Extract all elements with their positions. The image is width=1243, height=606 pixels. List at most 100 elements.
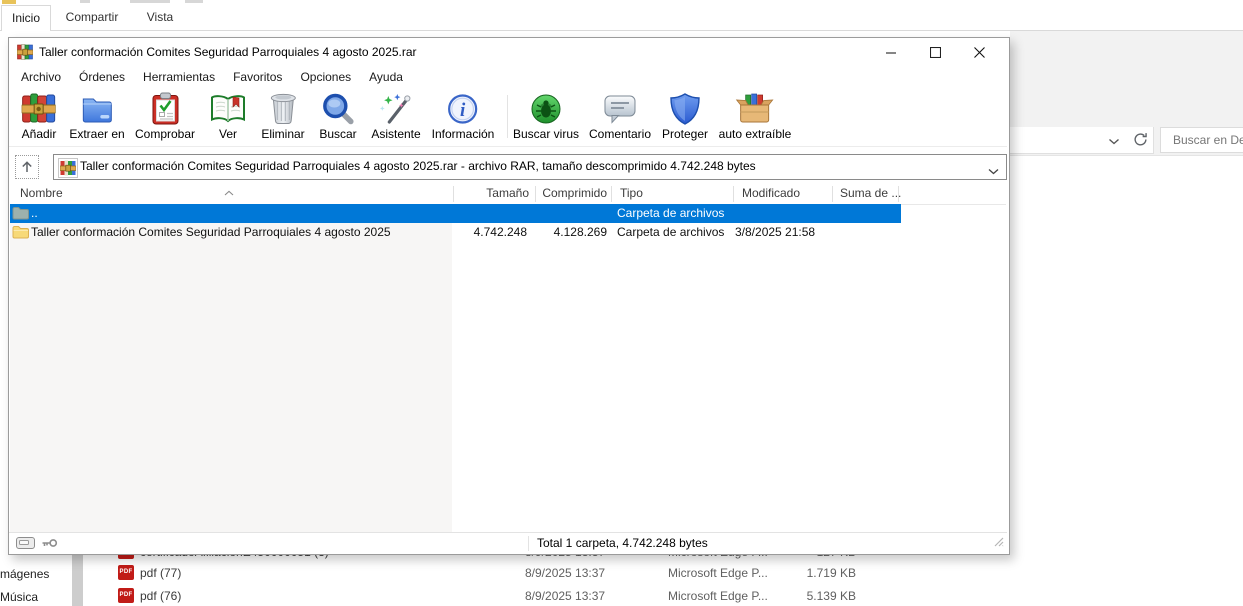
view-book-icon xyxy=(210,91,246,126)
column-header-comprimido[interactable]: Comprimido xyxy=(529,184,607,203)
menubar: Archivo Órdenes Herramientas Favoritos O… xyxy=(12,66,412,88)
protect-shield-icon xyxy=(670,91,700,126)
toolbar-button-auto-extraible[interactable]: auto extraíble xyxy=(719,91,792,141)
pdf-file-icon: PDF xyxy=(118,565,134,580)
toolbar-button-anadir[interactable]: Añadir xyxy=(22,91,57,141)
comment-bubble-icon xyxy=(603,91,637,126)
close-button[interactable] xyxy=(957,38,1001,66)
parent-folder-icon xyxy=(12,206,29,223)
row-size: 4.742.248 xyxy=(450,223,527,242)
row-type: Carpeta de archivos xyxy=(617,223,724,242)
toolbar-button-extraer[interactable]: Extraer en xyxy=(69,91,124,141)
sidebar-item-musica[interactable]: Música xyxy=(0,590,38,604)
tab-inicio[interactable]: Inicio xyxy=(1,5,51,31)
file-date: 8/9/2025 13:37 xyxy=(525,562,605,584)
file-row[interactable]: PDF pdf (76) 8/9/2025 13:37 Microsoft Ed… xyxy=(110,585,900,606)
info-circle-icon: i xyxy=(447,91,479,126)
toolbar-button-buscar[interactable]: Buscar xyxy=(319,91,356,141)
search-input[interactable]: Buscar en Des xyxy=(1160,127,1243,153)
address-bar-underline xyxy=(1010,155,1243,156)
search-magnifier-icon xyxy=(321,91,354,126)
row-compressed: 4.128.269 xyxy=(529,223,607,242)
delete-trash-icon xyxy=(269,91,297,126)
quick-access-icon-fragment xyxy=(130,0,170,3)
resize-grip[interactable] xyxy=(994,536,1004,550)
extract-folder-icon xyxy=(80,91,114,126)
toolbar-button-eliminar[interactable]: Eliminar xyxy=(261,91,304,141)
toolbar-button-comprobar[interactable]: Comprobar xyxy=(135,91,195,141)
column-divider[interactable] xyxy=(611,186,612,202)
row-modified: 3/8/2025 21:58 xyxy=(735,223,815,242)
combobox-chevron-icon[interactable] xyxy=(988,164,999,178)
titlebar-folder-icon-fragment xyxy=(2,0,16,4)
menu-herramientas[interactable]: Herramientas xyxy=(134,66,224,88)
file-name: pdf (77) xyxy=(140,562,181,584)
column-header-tamano[interactable]: Tamaño xyxy=(450,184,529,203)
sorted-column-tint xyxy=(10,205,452,532)
toolbar-button-proteger[interactable]: Proteger xyxy=(662,91,708,141)
refresh-icon[interactable] xyxy=(1133,132,1148,150)
toolbar-button-buscar-virus[interactable]: Buscar virus xyxy=(513,91,579,141)
window-title: Taller conformación Comites Seguridad Pa… xyxy=(39,38,417,66)
menu-favoritos[interactable]: Favoritos xyxy=(224,66,291,88)
toolbar-separator xyxy=(507,95,508,138)
archive-address-text: Taller conformación Comites Seguridad Pa… xyxy=(80,155,756,178)
column-header-suma[interactable]: Suma de ... xyxy=(840,184,901,203)
pdf-file-icon: PDF xyxy=(118,588,134,603)
winrar-add-books-icon xyxy=(22,91,56,126)
toolbar-button-ver[interactable]: Ver xyxy=(210,91,246,141)
toolbar-label: Extraer en xyxy=(69,127,124,141)
test-clipboard-icon xyxy=(152,91,179,126)
key-icon[interactable] xyxy=(41,537,58,552)
column-header-modificado[interactable]: Modificado xyxy=(742,184,800,203)
statusbar-divider xyxy=(528,536,529,551)
toolbar-label: Comentario xyxy=(589,127,651,141)
toolbar-label: Buscar virus xyxy=(513,127,579,141)
folder-icon xyxy=(12,225,29,242)
address-dropdown-chevron-icon[interactable] xyxy=(1108,134,1120,148)
toolbar-label: Eliminar xyxy=(261,127,304,141)
screen: Inicio Compartir Vista Buscar en Des mág… xyxy=(0,0,1243,606)
column-divider[interactable] xyxy=(733,186,734,202)
menu-opciones[interactable]: Opciones xyxy=(291,66,360,88)
sfx-archive-box-icon xyxy=(736,91,774,126)
toolbar-button-asistente[interactable]: Asistente xyxy=(371,91,420,141)
maximize-button[interactable] xyxy=(913,38,957,66)
menu-archivo[interactable]: Archivo xyxy=(12,66,70,88)
file-row[interactable]: PDF pdf (77) 8/9/2025 13:37 Microsoft Ed… xyxy=(110,562,900,584)
column-divider[interactable] xyxy=(453,186,454,202)
disk-drive-icon[interactable] xyxy=(16,537,35,552)
toolbar-label: Ver xyxy=(219,127,237,141)
toolbar-label: Proteger xyxy=(662,127,708,141)
column-header-nombre[interactable]: Nombre xyxy=(20,184,63,203)
tab-compartir[interactable]: Compartir xyxy=(60,5,124,30)
virus-scan-icon xyxy=(530,91,562,126)
column-divider[interactable] xyxy=(898,186,899,202)
list-row-folder[interactable]: Taller conformación Comites Seguridad Pa… xyxy=(10,223,1006,242)
column-divider[interactable] xyxy=(832,186,833,202)
toolbar-label: auto extraíble xyxy=(719,127,792,141)
tab-vista[interactable]: Vista xyxy=(138,5,182,30)
column-divider[interactable] xyxy=(535,186,536,202)
up-one-level-button[interactable] xyxy=(15,155,39,179)
sidebar-item-imagenes[interactable]: mágenes xyxy=(0,567,49,581)
menu-ayuda[interactable]: Ayuda xyxy=(360,66,412,88)
minimize-button[interactable] xyxy=(869,38,913,66)
rar-archive-icon xyxy=(58,158,78,178)
file-size: 5.139 KB xyxy=(736,585,856,606)
winrar-window: Taller conformación Comites Seguridad Pa… xyxy=(8,37,1010,555)
nav-pane-scrollbar[interactable] xyxy=(72,554,83,606)
list-row-parent-folder[interactable]: .. Carpeta de archivos xyxy=(10,204,901,223)
archive-address-combobox[interactable]: Taller conformación Comites Seguridad Pa… xyxy=(53,154,1007,180)
svg-text:i: i xyxy=(460,100,466,121)
toolbar-button-informacion[interactable]: i Información xyxy=(432,91,495,141)
toolbar-button-comentario[interactable]: Comentario xyxy=(589,91,651,141)
winrar-titlebar[interactable]: Taller conformación Comites Seguridad Pa… xyxy=(9,38,1009,66)
toolbar-label: Comprobar xyxy=(135,127,195,141)
file-size: 1.719 KB xyxy=(736,562,856,584)
column-header-tipo[interactable]: Tipo xyxy=(620,184,643,203)
toolbar-label: Información xyxy=(432,127,495,141)
row-type: Carpeta de archivos xyxy=(617,204,724,223)
menu-ordenes[interactable]: Órdenes xyxy=(70,66,134,88)
winrar-app-icon xyxy=(17,44,33,63)
